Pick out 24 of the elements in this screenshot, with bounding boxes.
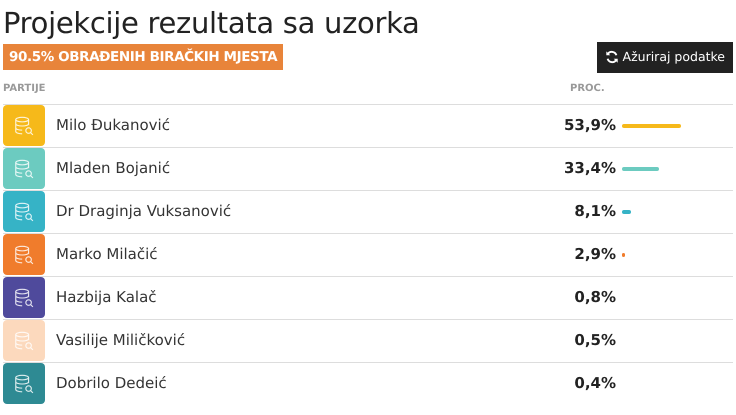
- percent-value: 8,1%: [573, 201, 616, 222]
- candidate-name: Dobrilo Dedeić: [56, 373, 168, 394]
- page-title: Projekcije rezultata sa uzorka: [3, 8, 421, 40]
- candidate-name: Marko Milačić: [56, 244, 159, 266]
- percent-bar: [622, 210, 631, 214]
- candidate-name: Milo Đukanović: [56, 115, 171, 136]
- candidate-name: Hazbija Kalač: [56, 287, 158, 308]
- column-header: PROC.: [570, 82, 605, 96]
- refresh-button[interactable]: Ažuriraj podatke: [596, 42, 733, 73]
- column-header: PARTIJE: [3, 82, 46, 96]
- percent-value: 0,8%: [573, 287, 616, 308]
- percent-value: 2,9%: [573, 244, 616, 266]
- candidate-name: Dr Draginja Vuksanović: [56, 201, 232, 222]
- percent-value: 0,5%: [573, 330, 616, 352]
- percent-bar: [622, 252, 625, 257]
- candidate-name: Vasilije Miličković: [56, 330, 186, 352]
- percent-bar: [622, 124, 681, 128]
- percent-value: 53,9%: [562, 115, 616, 136]
- percent-bar: [622, 166, 659, 171]
- percent-value: 33,4%: [562, 158, 616, 180]
- candidate-name: Mladen Bojanić: [56, 158, 172, 180]
- refresh-icon: [604, 50, 619, 64]
- progress-badge: 90.5% OBRAĐENIH BIRAČKIH MJESTA: [3, 44, 284, 70]
- percent-value: 0,4%: [573, 373, 616, 394]
